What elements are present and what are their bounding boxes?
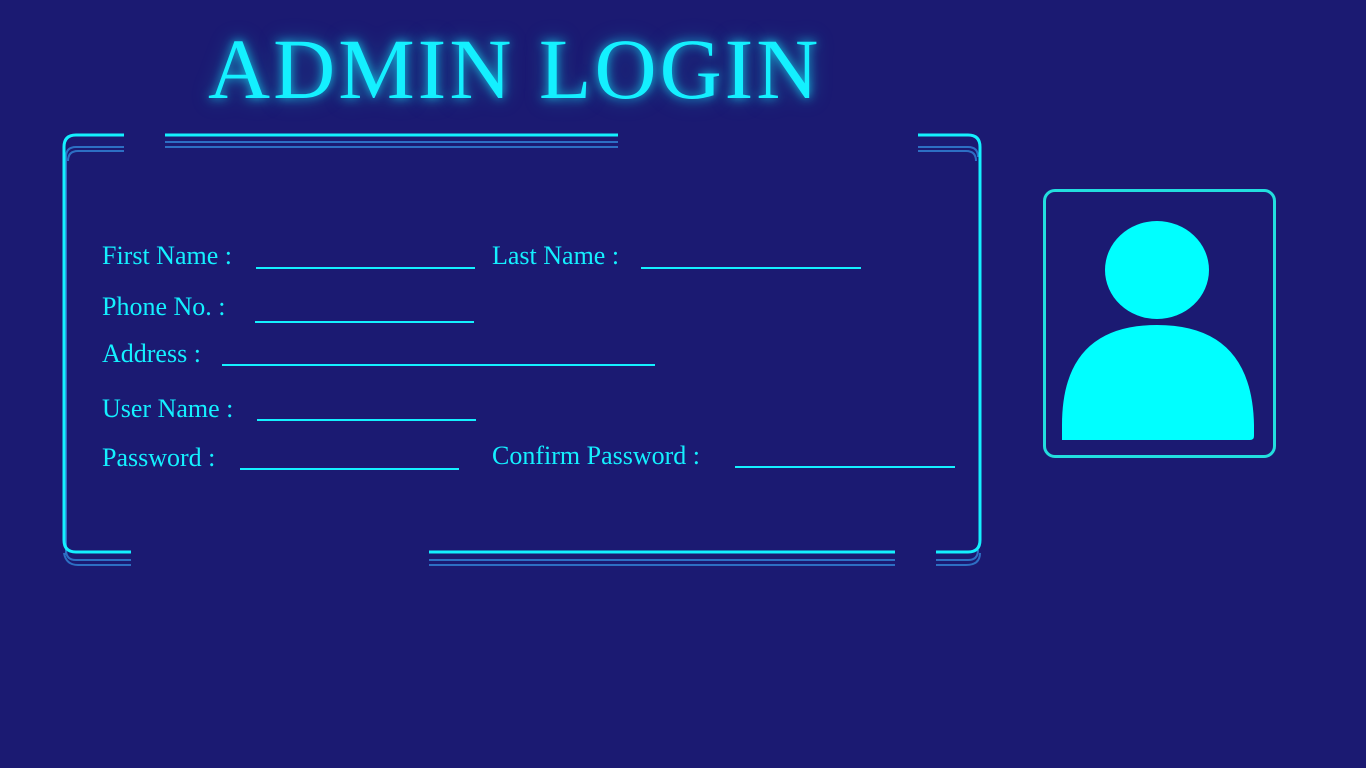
user-silhouette-icon: [1062, 221, 1254, 440]
admin-login-page: ADMIN LOGIN First Name : Last Name : Pho…: [0, 0, 1366, 768]
